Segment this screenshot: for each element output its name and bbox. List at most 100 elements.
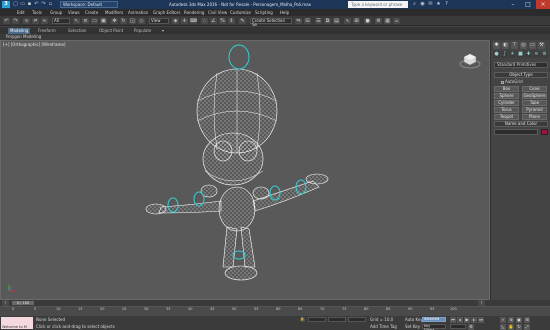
mirror-icon[interactable]: ⇋ [295, 18, 302, 24]
menu-tools[interactable]: Tools [32, 9, 42, 16]
cylinder-button[interactable]: Cylinder [494, 100, 519, 106]
menu-customize[interactable]: Customize [230, 9, 251, 16]
edit-named-selection-icon[interactable]: ✎ [239, 18, 246, 24]
menu-rendering[interactable]: Rendering [184, 9, 204, 16]
menu-group[interactable]: Group [50, 9, 62, 16]
systems-icon[interactable]: ⚙ [541, 51, 548, 58]
rect-selection-icon[interactable]: ▭ [91, 18, 98, 24]
snaps-toggle-icon[interactable]: ∴ [201, 18, 208, 24]
maximize-button[interactable]: □ [521, 0, 535, 9]
favorites-icon[interactable]: ★ [436, 1, 441, 7]
menu-scripting[interactable]: Scripting [255, 9, 273, 16]
selection-filter-dropdown[interactable]: All [52, 18, 70, 24]
viewcube-icon[interactable] [459, 51, 481, 69]
save-file-icon[interactable]: ▪ [27, 1, 32, 7]
y-coordinate-field[interactable] [328, 317, 346, 322]
pan-icon[interactable]: ✋ [508, 324, 514, 330]
set-key-label[interactable]: Set Key [405, 324, 420, 329]
menu-graph-editors[interactable]: Graph Editors [153, 9, 180, 16]
go-to-start-icon[interactable]: ⏮ [450, 317, 456, 323]
zoom-extents-all-icon[interactable]: ⊞ [524, 317, 530, 323]
lights-icon[interactable]: ☀ [509, 51, 516, 58]
open-file-icon[interactable]: ▭ [20, 1, 25, 7]
schematic-view-icon[interactable]: ⊞ [353, 18, 360, 24]
teapot-button[interactable]: Teapot [494, 114, 519, 120]
redo-icon[interactable]: ↷ [12, 18, 19, 24]
geometry-icon[interactable]: ● [493, 51, 500, 58]
keyboard-shortcut-icon[interactable]: ⌨ [190, 18, 197, 24]
named-selection-dropdown[interactable]: Create Selection Se [250, 18, 292, 27]
name-and-color-rollout[interactable]: Name and Color [494, 121, 548, 127]
search-icon[interactable]: ⌕ [412, 1, 417, 7]
menu-edit[interactable]: Edit [17, 9, 25, 16]
placement-icon[interactable]: ◇ [138, 18, 145, 24]
previous-frame-icon[interactable]: ◂ [457, 317, 463, 323]
align-icon[interactable]: ⊟ [304, 18, 311, 24]
helpers-icon[interactable]: ✚ [525, 51, 532, 58]
autogrid-checkbox[interactable]: AutoGrid [501, 79, 523, 84]
maximize-viewport-icon[interactable]: ⤢ [524, 324, 530, 330]
cone-button[interactable]: Cone [522, 86, 547, 92]
zoom-extents-icon[interactable]: ▣ [516, 317, 522, 323]
link-icon[interactable]: ∞ [23, 18, 30, 24]
pivot-center-icon[interactable]: ◈ [172, 18, 179, 24]
object-type-rollout[interactable]: Object Type [494, 72, 548, 78]
project-folder-icon[interactable]: ▫ [48, 1, 53, 7]
selected-dropdown[interactable]: Selected [422, 317, 446, 322]
bind-space-warp-icon[interactable]: ≈ [41, 18, 48, 24]
subscription-icon[interactable]: ◉ [420, 1, 425, 7]
rotate-icon[interactable]: ↻ [120, 18, 127, 24]
curve-editor-icon[interactable]: ∿ [344, 18, 351, 24]
wireframe-character[interactable] [1, 41, 489, 299]
space-warps-icon[interactable]: ≋ [533, 51, 540, 58]
viewport[interactable]: [+] [Orthographic] [Wireframe] [0, 40, 490, 300]
close-button[interactable]: × [536, 0, 550, 9]
sphere-button[interactable]: Sphere [494, 93, 519, 99]
torus-button[interactable]: Torus [494, 107, 519, 113]
undo-icon[interactable]: ↶ [3, 18, 10, 24]
track-bar[interactable]: 0 5 10 15 20 25 30 35 40 45 50 55 60 65 … [0, 306, 550, 316]
redo-icon[interactable]: ↷ [41, 1, 46, 7]
help-icon[interactable]: ? [444, 1, 449, 7]
select-manipulate-icon[interactable]: ✛ [181, 18, 188, 24]
display-tab-icon[interactable]: ▭ [529, 42, 536, 49]
menu-modifiers[interactable]: Modifiers [105, 9, 123, 16]
play-icon[interactable]: ▶ [464, 317, 470, 323]
checkbox-box[interactable] [501, 80, 504, 84]
scene-explorer-icon[interactable]: ☰ [315, 18, 322, 24]
new-file-icon[interactable]: ▢ [13, 1, 18, 7]
lock-selection-icon[interactable]: 🔒 [300, 317, 305, 322]
plane-button[interactable]: Plane [522, 114, 547, 120]
tube-button[interactable]: Tube [522, 100, 547, 106]
material-editor-icon[interactable]: ● [364, 18, 371, 24]
x-coordinate-field[interactable] [308, 317, 326, 322]
pyramid-button[interactable]: Pyramid [522, 107, 547, 113]
time-configuration-icon[interactable]: ⚙ [468, 324, 474, 330]
app-logo[interactable]: 3 [2, 1, 10, 8]
spinner-snap-icon[interactable]: ⇕ [228, 18, 235, 24]
hierarchy-tab-icon[interactable]: ⊤ [511, 42, 518, 49]
object-name-field[interactable] [494, 129, 538, 135]
create-tab-icon[interactable]: ✱ [493, 42, 500, 49]
minimize-button[interactable]: – [506, 0, 520, 9]
shapes-icon[interactable]: ∫ [501, 51, 508, 58]
communication-icon[interactable]: ✉ [428, 1, 433, 7]
menu-views[interactable]: Views [68, 9, 80, 16]
reference-coordinate-dropdown[interactable]: View [149, 18, 169, 24]
percent-snap-icon[interactable]: % [219, 18, 226, 24]
layer-explorer-icon[interactable]: ⧉ [324, 18, 331, 24]
render-setup-icon[interactable]: ⚙ [375, 18, 382, 24]
box-button[interactable]: Box [494, 86, 519, 92]
geosphere-button[interactable]: GeoSphere [522, 93, 547, 99]
zoom-icon[interactable]: ⌕ [500, 317, 506, 323]
ribbon-toggle-icon[interactable]: ▤ [333, 18, 340, 24]
unlink-icon[interactable]: ≠ [32, 18, 39, 24]
menu-animation[interactable]: Animation [128, 9, 148, 16]
window-crossing-icon[interactable]: ▣ [100, 18, 107, 24]
menu-help[interactable]: Help [280, 9, 289, 16]
maxscript-listener[interactable]: Welcome to M [1, 317, 33, 329]
zoom-all-icon[interactable]: ⊕ [508, 317, 514, 323]
search-input[interactable]: Type a keyword or phrase [348, 1, 408, 8]
render-production-icon[interactable]: ☕ [393, 18, 400, 24]
cameras-icon[interactable]: ■ [517, 51, 524, 58]
